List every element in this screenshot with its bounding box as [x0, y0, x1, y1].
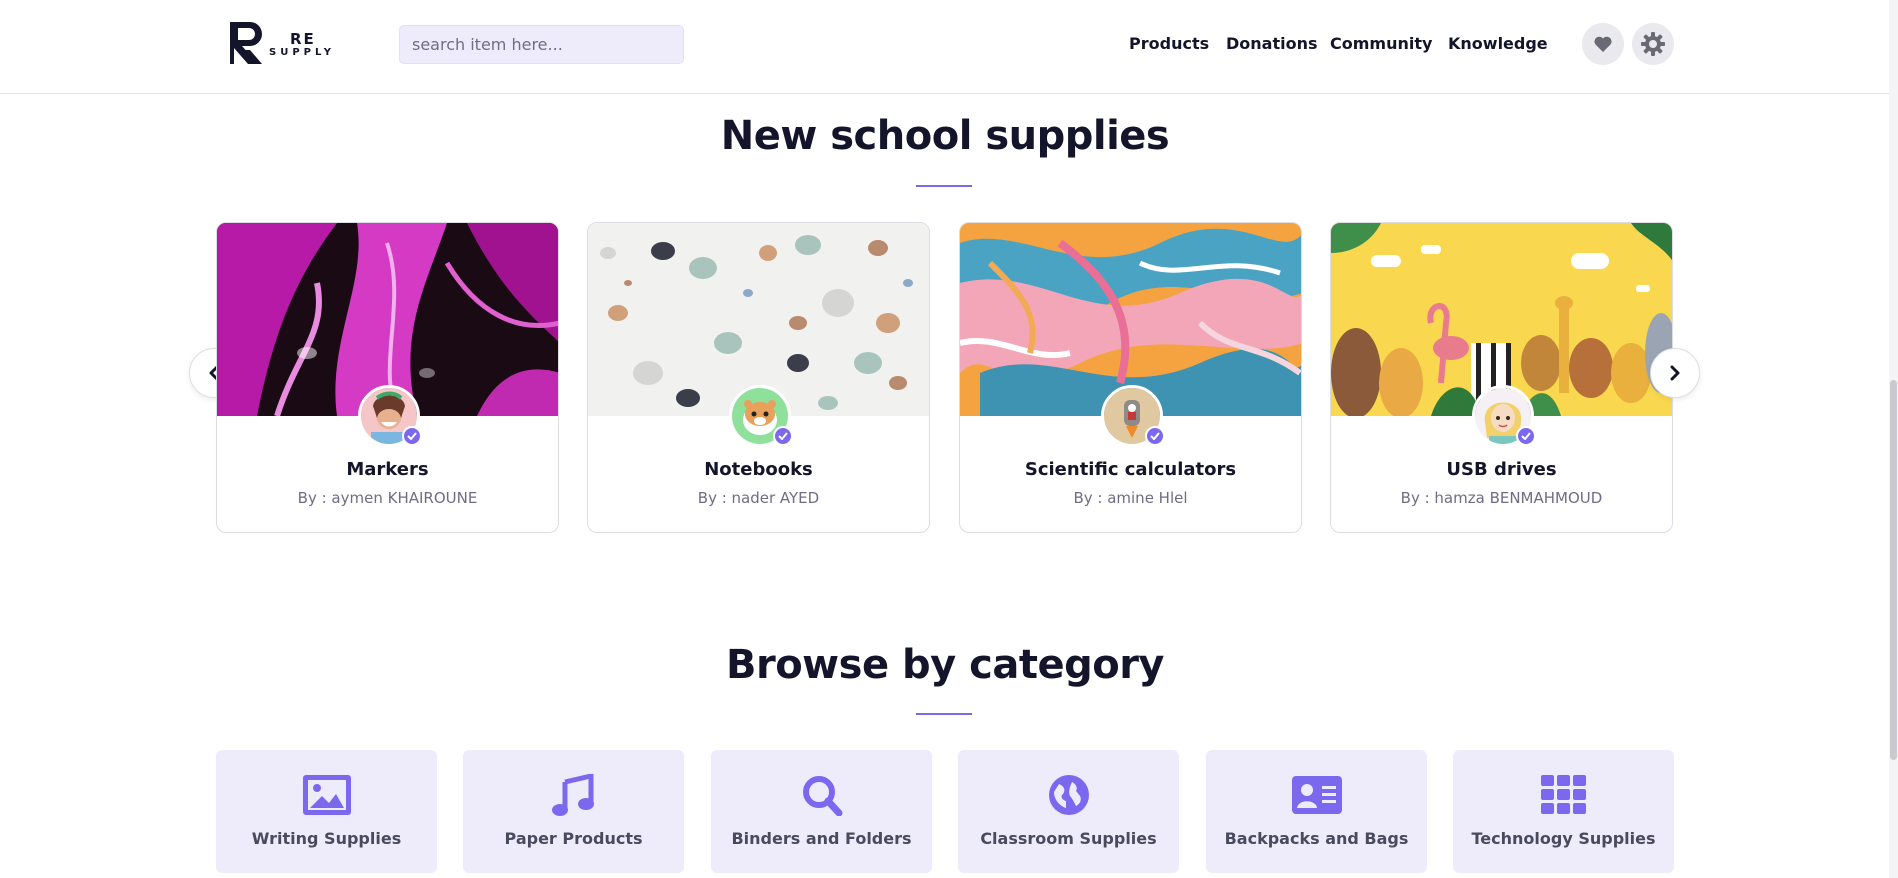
logo-mark-icon	[230, 22, 262, 64]
card-author: By : amine Hlel	[1073, 489, 1188, 507]
chevron-right-icon	[1670, 365, 1680, 381]
card-author: By : nader AYED	[697, 489, 820, 507]
category-label: Writing Supplies	[251, 829, 402, 848]
favorites-button[interactable]	[1582, 23, 1624, 65]
carousel-next-button[interactable]	[1650, 348, 1700, 398]
category-label: Binders and Folders	[731, 829, 912, 848]
scrollbar-thumb[interactable]	[1890, 380, 1897, 760]
globe-icon	[1049, 775, 1089, 815]
verified-badge-icon	[402, 426, 422, 446]
nav-knowledge[interactable]: Knowledge	[1448, 34, 1548, 53]
category-label: Classroom Supplies	[980, 829, 1157, 848]
settings-button[interactable]	[1632, 23, 1674, 65]
search-input[interactable]	[399, 25, 684, 64]
card-author: By : aymen KHAIROUNE	[297, 489, 478, 507]
logo-text-re: RE	[290, 30, 316, 48]
category-technology-supplies[interactable]: Technology Supplies	[1453, 750, 1674, 873]
card-author: By : hamza BENMAHMOUD	[1400, 489, 1603, 507]
verified-badge-icon	[1516, 426, 1536, 446]
category-paper-products[interactable]: Paper Products	[463, 750, 684, 873]
magnifier-icon	[803, 776, 843, 816]
music-note-icon	[552, 774, 594, 816]
nav-community[interactable]: Community	[1330, 34, 1432, 53]
category-backpacks-and-bags[interactable]: Backpacks and Bags	[1206, 750, 1427, 873]
card-title: Markers	[346, 459, 429, 480]
page-scrollbar[interactable]	[1889, 0, 1898, 878]
title-underline	[916, 185, 972, 187]
supply-card-scientific-calculators[interactable]: Scientific calculators By : amine Hlel	[959, 222, 1302, 533]
section-title-browse-category: Browse by category	[725, 642, 1165, 688]
nav-donations[interactable]: Donations	[1226, 34, 1318, 53]
category-label: Technology Supplies	[1471, 829, 1656, 848]
grid-icon	[1541, 775, 1586, 814]
supply-card-usb-drives[interactable]: USB drives By : hamza BENMAHMOUD	[1330, 222, 1673, 533]
nav-products[interactable]: Products	[1129, 34, 1209, 53]
category-writing-supplies[interactable]: Writing Supplies	[216, 750, 437, 873]
id-card-icon	[1292, 776, 1342, 814]
supply-card-markers[interactable]: Markers By : aymen KHAIROUNE	[216, 222, 559, 533]
verified-badge-icon	[1145, 426, 1165, 446]
category-label: Paper Products	[504, 829, 643, 848]
section-title-new-supplies: New school supplies	[720, 113, 1170, 159]
card-title: Scientific calculators	[1024, 459, 1237, 480]
supply-card-notebooks[interactable]: Notebooks By : nader AYED	[587, 222, 930, 533]
category-label: Backpacks and Bags	[1224, 829, 1409, 848]
resupply-logo[interactable]: RE SUPPLY	[228, 20, 338, 68]
gear-icon	[1641, 32, 1665, 56]
card-title: Notebooks	[704, 459, 813, 480]
category-binders-and-folders[interactable]: Binders and Folders	[711, 750, 932, 873]
image-icon	[303, 775, 351, 815]
card-title: USB drives	[1446, 459, 1557, 480]
logo-text-supply: SUPPLY	[269, 47, 336, 58]
verified-badge-icon	[773, 426, 793, 446]
title-underline	[916, 713, 972, 715]
category-classroom-supplies[interactable]: Classroom Supplies	[958, 750, 1179, 873]
heart-icon	[1594, 36, 1612, 52]
site-header: RE SUPPLY Products Donations Community K…	[0, 0, 1898, 94]
